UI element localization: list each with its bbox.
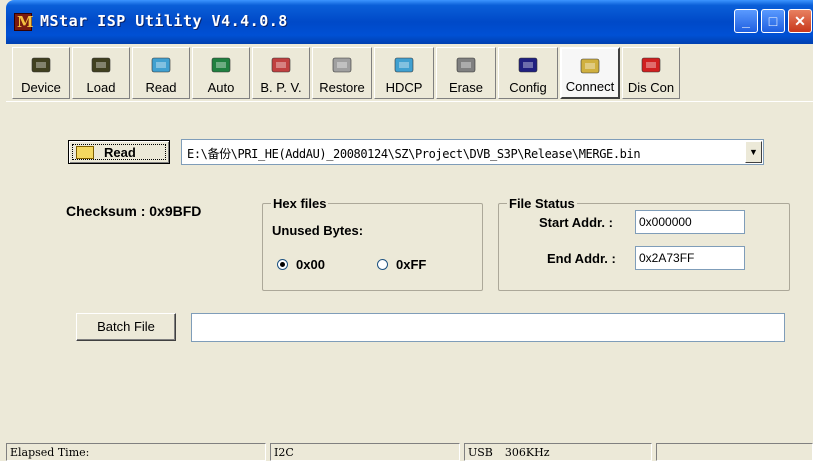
toolbar-button-bpv[interactable]: B. P. V. bbox=[252, 47, 310, 99]
close-button[interactable]: ✕ bbox=[788, 9, 812, 33]
hex-files-title: Hex files bbox=[271, 196, 329, 211]
read-icon bbox=[149, 54, 173, 76]
toolbar-label: Read bbox=[145, 80, 177, 95]
toolbar-button-read[interactable]: Read bbox=[132, 47, 190, 99]
toolbar-button-config[interactable]: Config bbox=[498, 47, 558, 99]
batch-file-button[interactable]: Batch File bbox=[76, 313, 176, 341]
radio-unselected-icon bbox=[377, 259, 388, 270]
restore-icon bbox=[330, 54, 354, 76]
batch-file-field[interactable] bbox=[191, 313, 785, 342]
toolbar-label: Config bbox=[509, 80, 547, 95]
status-bar: Elapsed Time: I2C USB 306KHz bbox=[6, 441, 813, 461]
read-button-label: Read bbox=[104, 145, 136, 160]
toolbar-label: Erase bbox=[449, 80, 483, 95]
checksum-label: Checksum : 0x9BFD bbox=[66, 203, 202, 219]
radio-0xff-label: 0xFF bbox=[396, 257, 427, 272]
device-icon bbox=[29, 54, 53, 76]
elapsed-time-cell: Elapsed Time: bbox=[6, 443, 266, 461]
toolbar-button-disconnect[interactable]: Dis Con bbox=[622, 47, 680, 99]
main-panel: Read E:\备份\PRI_HE(AddAU)_20080124\SZ\Pro… bbox=[6, 102, 813, 432]
toolbar-button-hdcp[interactable]: HDCP bbox=[374, 47, 434, 99]
toolbar-button-restore[interactable]: Restore bbox=[312, 47, 372, 99]
erase-icon bbox=[454, 54, 478, 76]
toolbar-button-erase[interactable]: Erase bbox=[436, 47, 496, 99]
toolbar-label: Connect bbox=[565, 79, 615, 94]
radio-0x00[interactable]: 0x00 bbox=[277, 257, 325, 272]
app-logo-icon bbox=[14, 13, 34, 31]
config-icon bbox=[516, 54, 540, 76]
toolbar-label: Dis Con bbox=[627, 80, 675, 95]
radio-0x00-label: 0x00 bbox=[296, 257, 325, 272]
toolbar-label: HDCP bbox=[385, 80, 423, 95]
toolbar-label: Auto bbox=[207, 80, 235, 95]
status-extra-cell bbox=[656, 443, 813, 461]
hdcp-icon bbox=[392, 54, 416, 76]
minimize-button[interactable]: _ bbox=[734, 9, 758, 33]
connect-icon bbox=[578, 55, 602, 77]
file-status-group: File Status Start Addr. : 0x000000 End A… bbox=[498, 196, 790, 291]
toolbar-button-connect[interactable]: Connect bbox=[560, 47, 620, 99]
auto-icon bbox=[209, 54, 233, 76]
isp-utility-window: MStar ISP Utility V4.4.0.8 _ □ ✕ Device L… bbox=[0, 0, 813, 461]
file-path-combobox[interactable]: E:\备份\PRI_HE(AddAU)_20080124\SZ\Project\… bbox=[181, 139, 764, 165]
disconnect-icon bbox=[639, 54, 663, 76]
radio-0xff[interactable]: 0xFF bbox=[377, 257, 426, 272]
toolbar-button-load[interactable]: Load bbox=[72, 47, 130, 99]
toolbar-button-auto[interactable]: Auto bbox=[192, 47, 250, 99]
file-path-value: E:\备份\PRI_HE(AddAU)_20080124\SZ\Project\… bbox=[187, 147, 641, 161]
toolbar-label: Load bbox=[86, 80, 116, 95]
hex-files-group: Hex files Unused Bytes: 0x00 0xFF bbox=[262, 196, 483, 291]
chevron-down-icon[interactable]: ▼ bbox=[745, 141, 762, 163]
bus-type-cell: I2C bbox=[270, 443, 460, 461]
usb-label: USB bbox=[468, 446, 493, 459]
file-status-title: File Status bbox=[507, 196, 577, 211]
start-addr-label: Start Addr. : bbox=[539, 215, 613, 230]
usb-speed-cell: USB 306KHz bbox=[464, 443, 652, 461]
end-addr-field[interactable]: 0x2A73FF bbox=[635, 246, 745, 270]
end-addr-label: End Addr. : bbox=[547, 251, 616, 266]
unused-bytes-label: Unused Bytes: bbox=[272, 223, 364, 238]
toolbar: Device Load Read Auto B. P. V. Restore HDCP Era… bbox=[6, 44, 813, 102]
maximize-button[interactable]: □ bbox=[761, 9, 785, 33]
toolbar-label: B. P. V. bbox=[260, 80, 302, 95]
open-folder-icon bbox=[76, 146, 94, 159]
toolbar-button-device[interactable]: Device bbox=[12, 47, 70, 99]
toolbar-label: Restore bbox=[319, 80, 365, 95]
window-title: MStar ISP Utility V4.4.0.8 bbox=[40, 12, 288, 30]
title-bar[interactable]: MStar ISP Utility V4.4.0.8 _ □ ✕ bbox=[6, 0, 813, 44]
bpv-icon bbox=[269, 54, 293, 76]
toolbar-label: Device bbox=[21, 80, 61, 95]
radio-selected-icon bbox=[277, 259, 288, 270]
read-file-button[interactable]: Read bbox=[68, 140, 170, 164]
speed-label: 306KHz bbox=[504, 446, 550, 459]
load-icon bbox=[89, 54, 113, 76]
start-addr-field[interactable]: 0x000000 bbox=[635, 210, 745, 234]
